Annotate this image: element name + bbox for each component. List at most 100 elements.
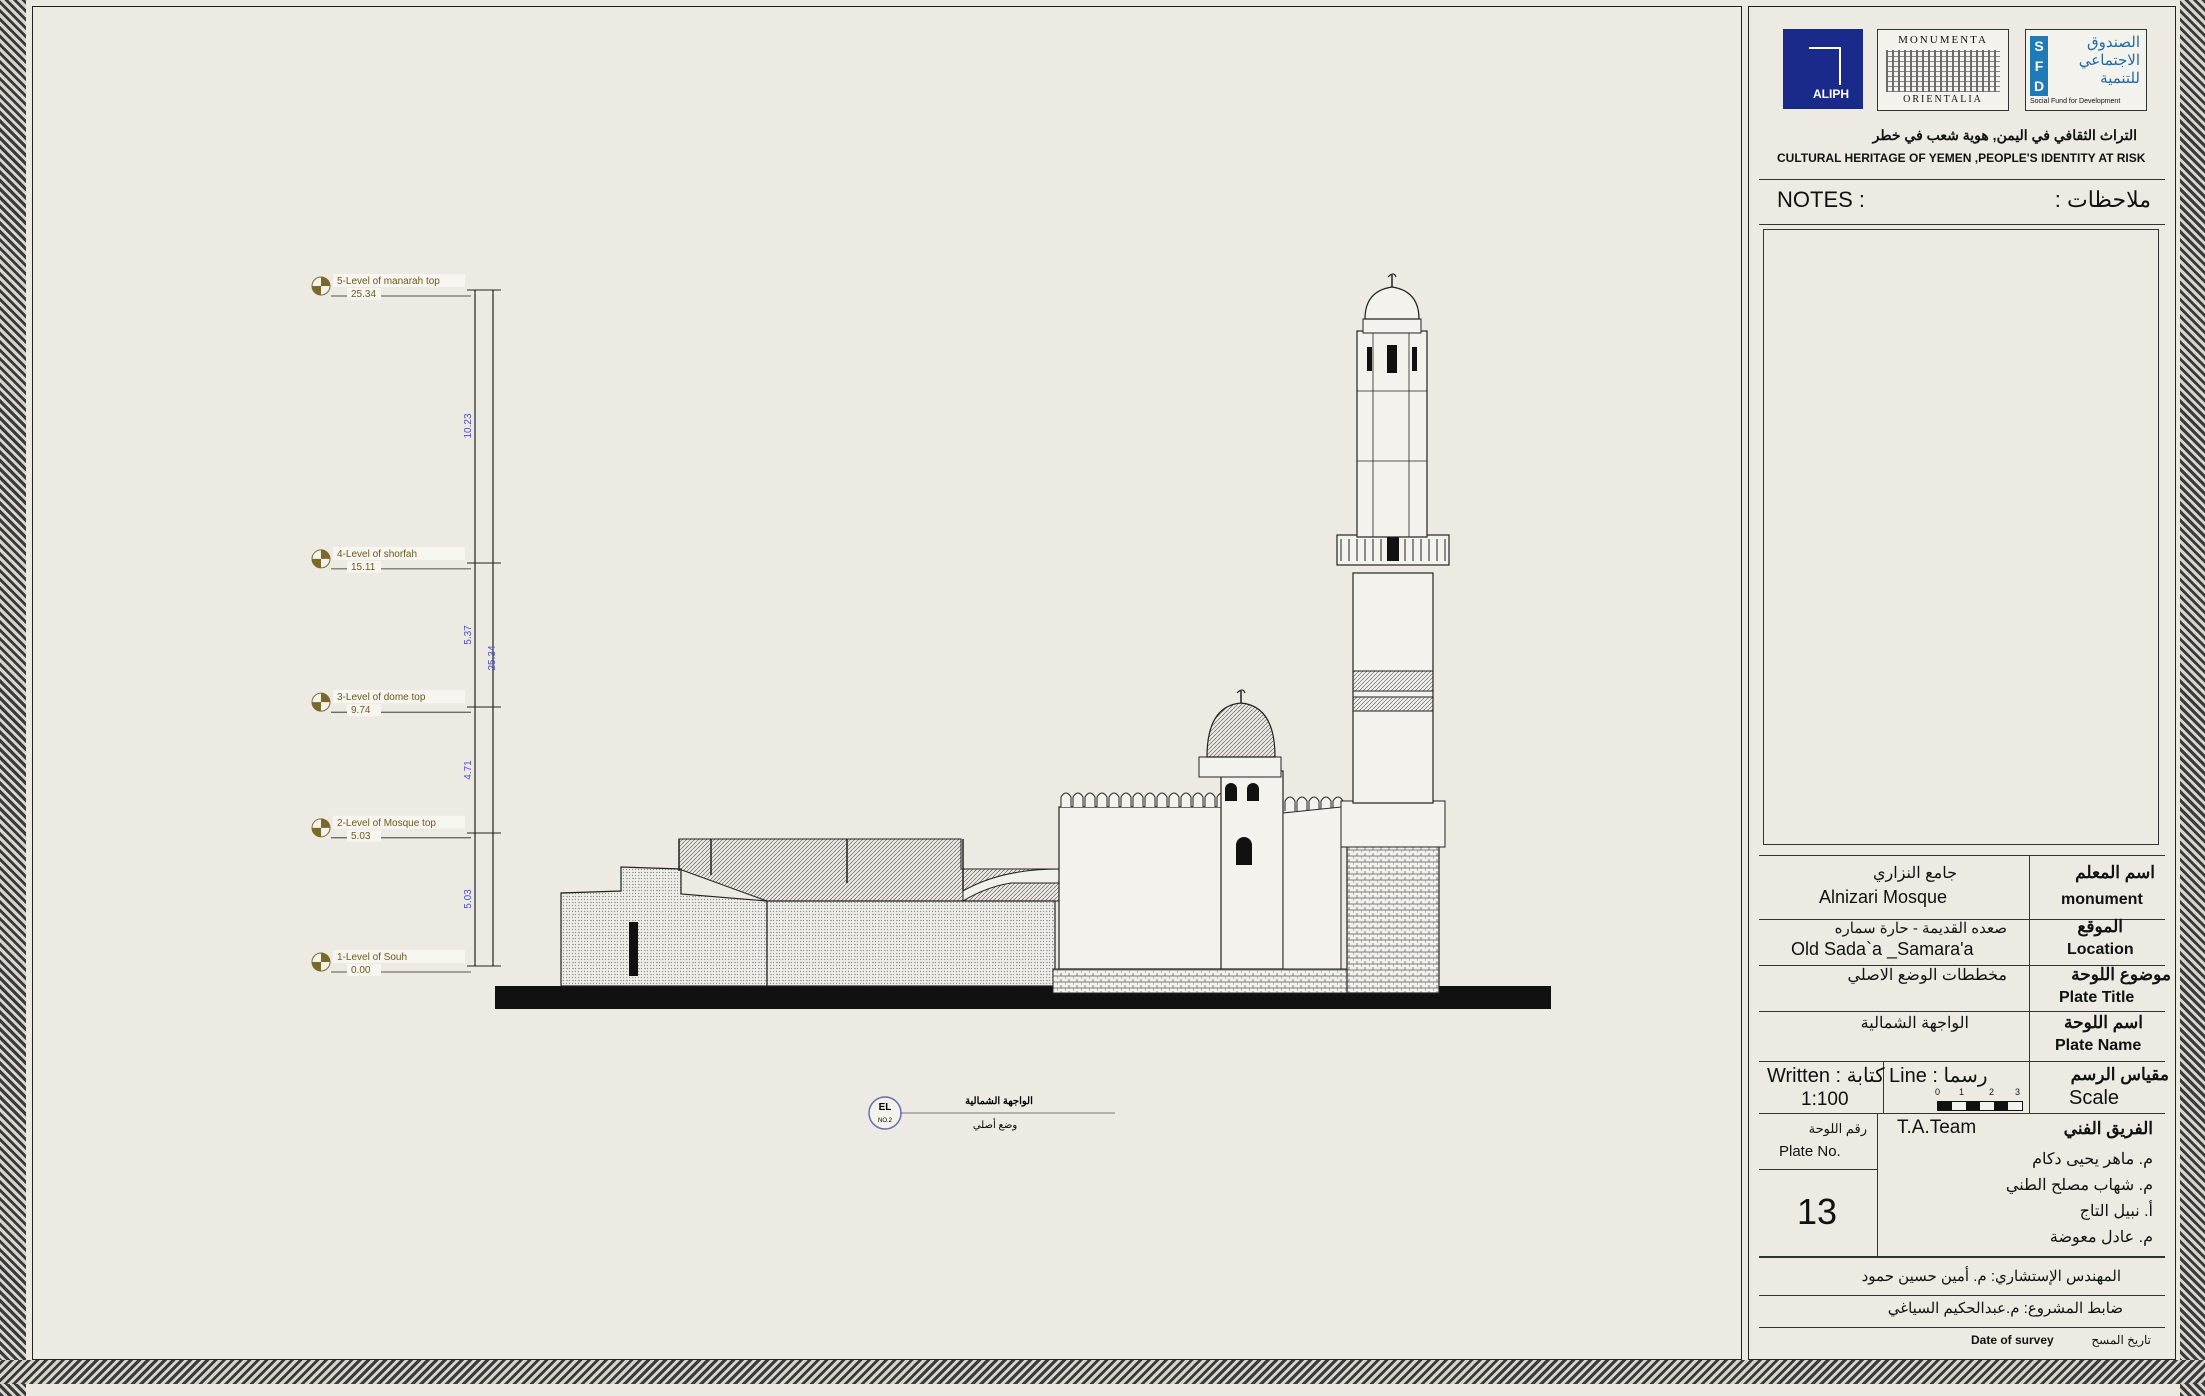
dim-segment-3: 4.71 — [463, 760, 474, 780]
minaret-lower-shaft — [1340, 800, 1446, 848]
scale-written-value: 1:100 — [1801, 1089, 1849, 1110]
scale-label-ar: مقياس الرسم — [2070, 1065, 2169, 1084]
location-label-ar: الموقع — [2077, 917, 2123, 936]
north-elevation-drawing: 10.23 5.37 4.71 5.03 25.34 5-Level of ma… — [311, 273, 1551, 1131]
dim-segment-1: 10.23 — [463, 413, 474, 438]
parapet-crenel — [1096, 792, 1108, 807]
sfd-arabic-2: الاجتماعي — [2078, 52, 2140, 69]
monumenta-orientalia-logo: MONUMENTA ORIENTALIA — [1877, 29, 2009, 111]
plate-title-label-en: Plate Title — [2059, 989, 2135, 1006]
location-value-en: Old Sada`a _Samara'a — [1791, 939, 1974, 959]
scale-line-label: Line : رسما — [1889, 1065, 1988, 1087]
parapet-crenel — [1060, 792, 1072, 807]
elevation-tag-title: الواجهة الشمالية — [965, 1096, 1033, 1107]
scale-written-label: Written : كتابة — [1767, 1065, 1885, 1087]
elevation-tag-code: EL — [879, 1102, 892, 1113]
parapet-crenel — [1308, 796, 1320, 811]
dim-segment-2: 5.37 — [463, 625, 474, 645]
parapet-crenel — [1144, 792, 1156, 807]
parapet-crenel — [1084, 792, 1096, 807]
sfd-letter-d: D — [2033, 78, 2045, 94]
sfd-letter-s: S — [2034, 38, 2044, 54]
notes-label-ar: : ملاحظات — [2054, 187, 2151, 212]
plate-no-label-en: Plate No. — [1779, 1143, 1841, 1160]
level-label: 2-Level of Mosque top — [337, 818, 436, 829]
annex-wall — [1282, 806, 1342, 970]
parapet-crenel — [1168, 792, 1180, 807]
plate-number: 13 — [1797, 1191, 1838, 1232]
monument-value-ar: جامع النزاري — [1873, 865, 1957, 882]
parapet-crenel — [1072, 792, 1084, 807]
minaret-cupola-base — [1362, 318, 1422, 334]
level-value: 15.11 — [351, 562, 376, 573]
courtyard-wall — [766, 900, 1056, 987]
plate-title-label-ar: موضوع اللوحة — [2071, 965, 2171, 984]
roof-parapet — [678, 838, 1060, 902]
monument-label-ar: اسم المعلم — [2075, 863, 2155, 882]
hall-window — [1236, 837, 1252, 865]
dome-window-2 — [1247, 783, 1259, 801]
parapet-crenel — [1204, 792, 1216, 807]
sfd-logo: S F D الصندوق الاجتماعي للتنمية Social F… — [2025, 29, 2147, 111]
dim-total: 25.34 — [487, 645, 498, 670]
aliph-logo-text: ALIPH — [1813, 87, 1849, 101]
scale-bar-tick-2: 2 — [1989, 1087, 1995, 1097]
minaret-window-1 — [1367, 347, 1372, 371]
minaret-window-3 — [1412, 347, 1417, 371]
plate-name-label-en: Plate Name — [2055, 1037, 2142, 1054]
parapet-crenel — [1180, 792, 1192, 807]
team-member-1: م. ماهر يحيى دكام — [2032, 1151, 2153, 1168]
minaret-window-2 — [1387, 345, 1397, 373]
notes-label-en: NOTES : — [1777, 187, 1866, 212]
parapet-crenel — [1296, 796, 1308, 811]
location-value-ar: صعده القديمة - حارة سماره — [1834, 920, 2007, 937]
monument-label-en: monument — [2061, 891, 2143, 908]
sfd-arabic-3: للتنمية — [2100, 70, 2140, 87]
team-member-2: م. شهاب مصلح الطني — [2005, 1177, 2153, 1194]
survey-date-label-en: Date of survey — [1971, 1333, 2054, 1347]
stone-plinth — [1052, 968, 1348, 994]
monumenta-text: MONUMENTA — [1898, 34, 1988, 46]
level-marker: 4-Level of shorfah 15.11 — [311, 546, 471, 573]
level-marker: 3-Level of dome top 9.74 — [311, 690, 471, 717]
level-value: 0.00 — [351, 965, 371, 976]
survey-date-label-ar: تاريخ المسح — [2091, 1333, 2151, 1347]
level-label: 1-Level of Souh — [337, 952, 407, 963]
parapet-crenel — [1108, 792, 1120, 807]
level-label: 5-Level of manarah top — [337, 276, 440, 287]
team-label-ar: الفريق الفني — [2063, 1119, 2153, 1138]
plate-name-label-ar: اسم اللوحة — [2064, 1013, 2143, 1032]
level-marker: 2-Level of Mosque top 5.03 — [311, 815, 471, 842]
elevation-tag-subtitle: وضع أصلي — [973, 1118, 1018, 1131]
parapet-crenel — [1132, 792, 1144, 807]
location-label-en: Location — [2067, 941, 2134, 958]
sfd-arabic-1: الصندوق — [2086, 34, 2140, 51]
parapet-crenel — [1192, 792, 1204, 807]
prayer-hall-wall — [1058, 806, 1224, 970]
right-border-ornament — [2180, 0, 2205, 1396]
level-value: 9.74 — [351, 705, 371, 716]
dome-window-1 — [1225, 783, 1237, 801]
consultant-engineer: المهندس الإستشاري: م. أمين حسين حمود — [1861, 1268, 2121, 1285]
aliph-logo: ALIPH — [1783, 29, 1863, 109]
scale-label-en: Scale — [2069, 1087, 2120, 1109]
minaret-cupola — [1364, 286, 1420, 320]
parapet-crenel — [1120, 792, 1132, 807]
sfd-letter-f: F — [2034, 58, 2044, 74]
scale-bar-tick-3: 3 — [2015, 1087, 2021, 1097]
scale-bar-tick-0: 0 — [1935, 1087, 1941, 1097]
level-marker: 1-Level of Souh 0.00 — [311, 950, 471, 976]
bottom-border-ornament — [0, 1360, 2205, 1384]
dome-drum — [1198, 756, 1282, 778]
minaret-base — [1346, 844, 1440, 994]
level-marker: 5-Level of manarah top 25.34 — [311, 274, 471, 300]
plate-no-label-ar: رقم اللوحة — [1808, 1121, 1867, 1136]
drawing-sheet: 10.23 5.37 4.71 5.03 25.34 5-Level of ma… — [32, 6, 1742, 1360]
plate-name-value-ar: الواجهة الشمالية — [1860, 1015, 1969, 1032]
level-label: 4-Level of shorfah — [337, 549, 417, 560]
parapet-crenel — [1284, 796, 1296, 811]
project-title-arabic: التراث الثقافي في اليمن, هوية شعب في خطر — [1872, 127, 2137, 143]
dim-segment-4: 5.03 — [463, 889, 474, 909]
notes-box — [1763, 229, 2159, 845]
level-value: 5.03 — [351, 831, 371, 842]
